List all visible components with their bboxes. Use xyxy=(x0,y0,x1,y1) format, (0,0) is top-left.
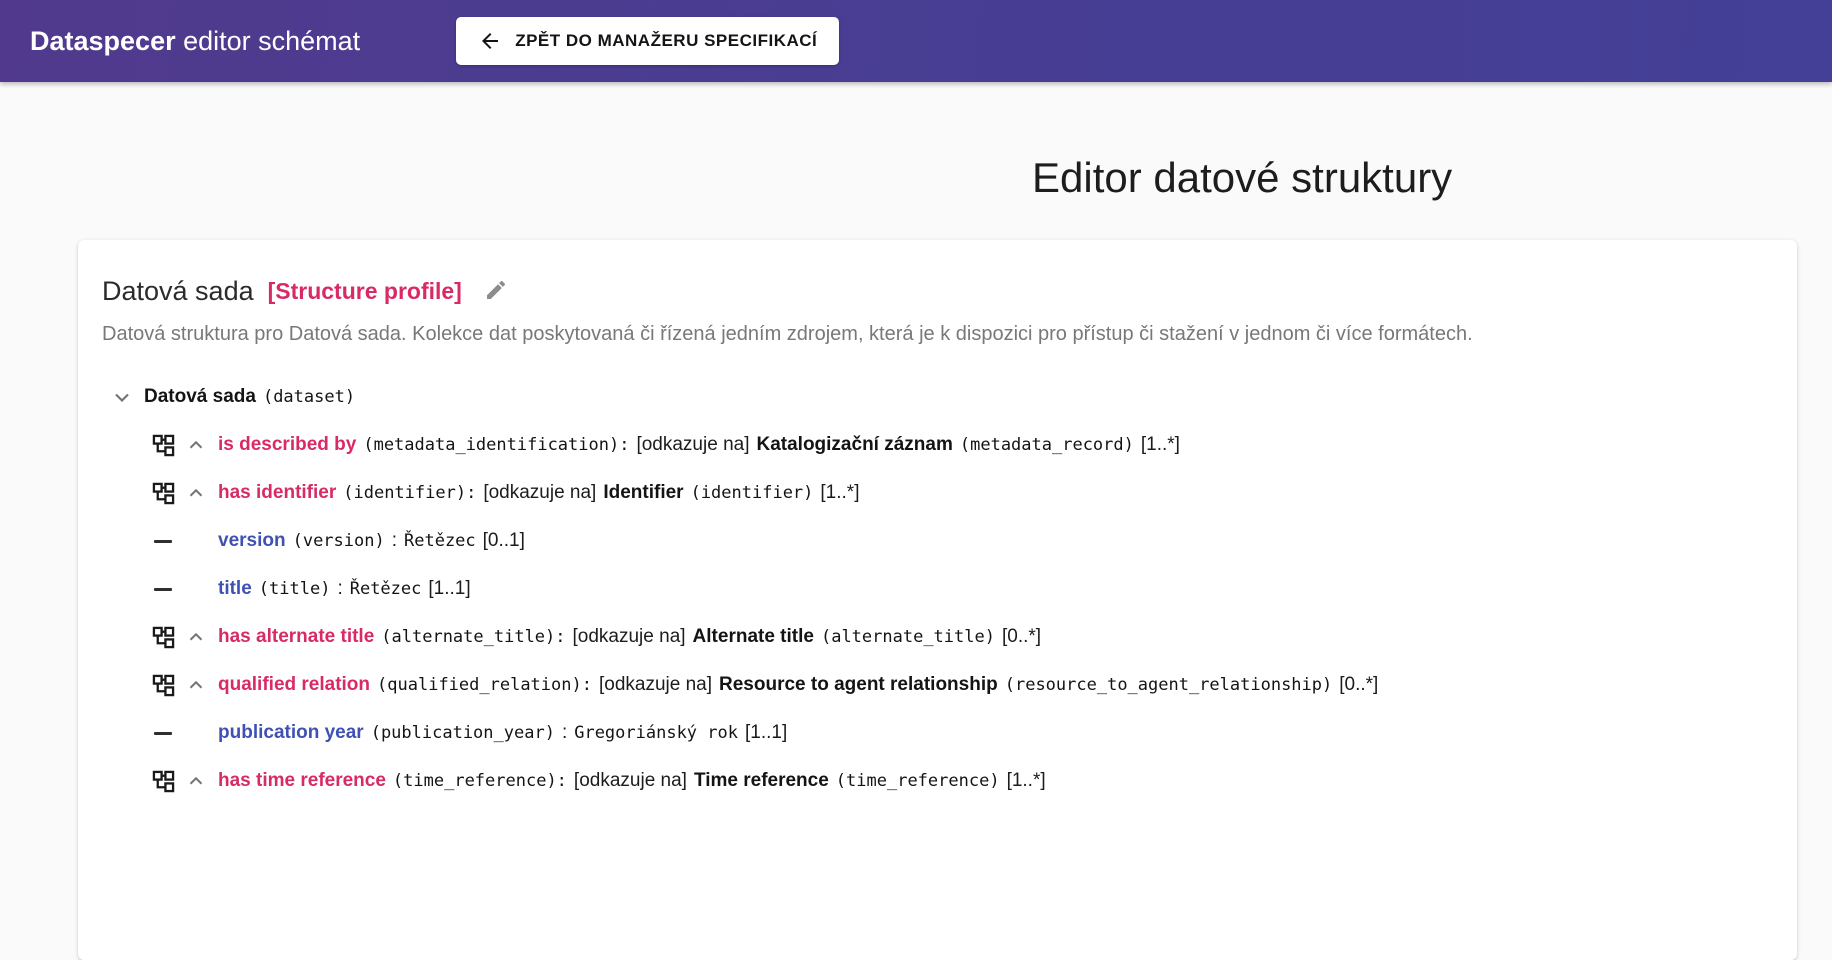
association-label[interactable]: qualified relation xyxy=(218,674,370,696)
association-label[interactable]: has alternate title xyxy=(218,626,374,648)
association-technical: (time_reference): xyxy=(392,771,567,791)
attribute-datatype: Řetězec xyxy=(349,579,422,599)
attribute-technical: (publication_year) xyxy=(370,723,555,743)
app-title: Dataspecer editor schémat xyxy=(30,26,360,57)
edit-structure-button[interactable] xyxy=(484,278,508,305)
association-cardinality: [1..*] xyxy=(820,482,860,503)
data-structure-card: Datová sada [Structure profile] Datová s… xyxy=(78,240,1797,960)
association-cardinality: [0..*] xyxy=(1001,626,1042,647)
chevron-up-icon[interactable] xyxy=(184,434,208,456)
back-button-label: ZPĚT DO MANAŽERU SPECIFIKACÍ xyxy=(515,31,818,50)
association-link-text: [odkazuje na] xyxy=(636,434,750,455)
attribute-cardinality: [1..1] xyxy=(428,578,471,599)
association-technical: (identifier): xyxy=(343,483,477,503)
tree-row-root: Datová sada (dataset) xyxy=(102,373,1773,421)
association-target: Resource to agent relationship xyxy=(719,674,998,695)
association-label[interactable]: has identifier xyxy=(218,482,336,504)
attribute-label[interactable]: title xyxy=(218,578,252,600)
association-link-text: [odkazuje na] xyxy=(598,674,712,695)
structure-profile-tag: [Structure profile] xyxy=(267,278,462,304)
association-target-technical: (alternate_title) xyxy=(820,627,995,647)
association-target-technical: (metadata_record) xyxy=(959,435,1134,455)
attribute-separator: : xyxy=(561,722,568,743)
tree-row-association: has alternate title (alternate_title): [… xyxy=(102,613,1773,661)
hierarchy-icon xyxy=(150,482,176,505)
edit-pencil-icon xyxy=(484,278,508,305)
association-cardinality: [1..*] xyxy=(1006,770,1046,791)
tree-row-association: has time reference (time_reference): [od… xyxy=(102,757,1773,805)
tree-row-association: qualified relation (qualified_relation):… xyxy=(102,661,1773,709)
attribute-dash-icon xyxy=(150,731,176,735)
attribute-dash-icon xyxy=(150,539,176,543)
chevron-up-icon[interactable] xyxy=(184,674,208,696)
association-link-text: [odkazuje na] xyxy=(573,770,687,791)
association-technical: (metadata_identification): xyxy=(363,435,630,455)
hierarchy-icon xyxy=(150,626,176,649)
association-cardinality: [0..*] xyxy=(1339,674,1379,695)
association-label[interactable]: has time reference xyxy=(218,770,386,792)
chevron-up-icon[interactable] xyxy=(184,482,208,504)
attribute-separator: : xyxy=(337,578,343,599)
association-target: Identifier xyxy=(603,482,684,503)
chevron-up-icon[interactable] xyxy=(184,770,208,792)
association-target: Time reference xyxy=(693,770,829,791)
structure-title: Datová sada xyxy=(102,276,254,306)
tree-row-attribute: publication year (publication_year) : Gr… xyxy=(102,709,1773,757)
association-link-text: [odkazuje na] xyxy=(483,482,597,503)
association-target: Katalogizační záznam xyxy=(756,434,953,455)
attribute-cardinality: [0..1] xyxy=(482,530,525,551)
attribute-separator: : xyxy=(391,530,397,551)
app-bar: Dataspecer editor schémat ZPĚT DO MANAŽE… xyxy=(0,0,1832,82)
schema-tree: Datová sada (dataset) is described by (m… xyxy=(102,373,1773,805)
back-to-specification-manager-button[interactable]: ZPĚT DO MANAŽERU SPECIFIKACÍ xyxy=(456,17,840,65)
attribute-label[interactable]: publication year xyxy=(218,722,364,744)
back-arrow-icon xyxy=(478,29,502,53)
association-technical: (qualified_relation): xyxy=(377,675,592,695)
association-technical: (alternate_title): xyxy=(381,627,566,647)
attribute-datatype: Řetězec xyxy=(404,531,476,551)
association-target-technical: (time_reference) xyxy=(835,771,1000,791)
association-target-technical: (identifier) xyxy=(690,483,814,503)
chevron-down-icon[interactable] xyxy=(110,385,134,409)
attribute-dash-icon xyxy=(150,587,176,591)
association-cardinality: [1..*] xyxy=(1140,434,1180,455)
attribute-technical: (version) xyxy=(292,531,385,551)
hierarchy-icon xyxy=(150,674,176,697)
chevron-up-icon[interactable] xyxy=(184,626,208,648)
association-link-text: [odkazuje na] xyxy=(572,626,686,647)
root-class-label[interactable]: Datová sada xyxy=(144,386,256,408)
tree-row-association: has identifier (identifier): [odkazuje n… xyxy=(102,469,1773,517)
page-title: Editor datové struktury xyxy=(1032,154,1453,202)
app-title-suffix: editor schémat xyxy=(175,25,361,56)
structure-description: Datová struktura pro Datová sada. Kolekc… xyxy=(102,323,1473,345)
attribute-datatype: Gregoriánský rok xyxy=(574,723,738,743)
hierarchy-icon xyxy=(150,770,176,793)
tree-row-association: is described by (metadata_identification… xyxy=(102,421,1773,469)
card-title-row: Datová sada [Structure profile] xyxy=(102,276,1773,307)
attribute-technical: (title) xyxy=(258,579,331,599)
attribute-cardinality: [1..1] xyxy=(744,722,788,743)
root-technical-name: (dataset) xyxy=(262,387,356,407)
tree-row-attribute: version (version) : Řetězec [0..1] xyxy=(102,517,1773,565)
tree-row-attribute: title (title) : Řetězec [1..1] xyxy=(102,565,1773,613)
association-target: Alternate title xyxy=(692,626,814,647)
hierarchy-icon xyxy=(150,434,176,457)
association-label[interactable]: is described by xyxy=(218,434,356,456)
attribute-label[interactable]: version xyxy=(218,530,286,552)
app-title-brand: Dataspecer xyxy=(30,25,176,56)
association-target-technical: (resource_to_agent_relationship) xyxy=(1004,675,1333,695)
